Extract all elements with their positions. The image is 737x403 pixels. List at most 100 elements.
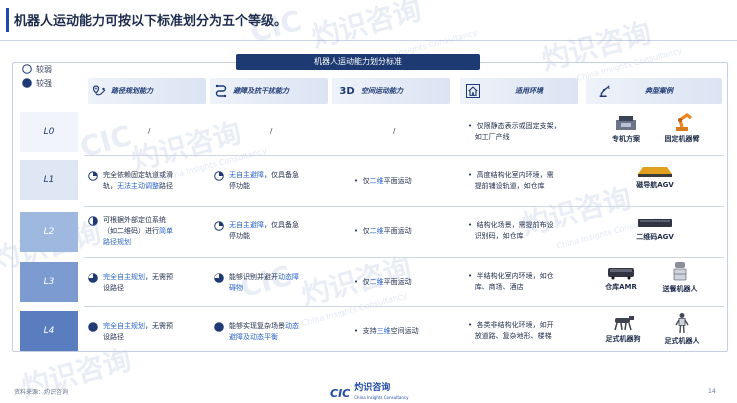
case-l0-fixed-arm: 固定机器臂 <box>654 110 710 144</box>
page-title: 机器人运动能力可按以下标准划分为五个等级。 <box>14 14 288 29</box>
cell-l0-env: • 仅限静态表示或固定支架， 如工厂产线 <box>468 122 561 141</box>
footer-logo-cn: 灼识咨询 <box>354 383 391 393</box>
cell-l2-path-text1: 可根据外部定位系统 <box>103 216 166 224</box>
cell-l1-avoid-text2: 停功能 <box>229 182 250 190</box>
cell-l2-space-text2: 平面运动 <box>383 227 412 235</box>
magnetic-agv-icon <box>638 167 672 177</box>
pie-full-icon <box>22 78 32 88</box>
page-number: 14 <box>708 388 716 395</box>
row-divider <box>84 206 724 207</box>
case-l2-qr-agv: 二维码AGV <box>620 216 690 242</box>
column-header-space-label: 空间运动能力 <box>361 87 403 95</box>
cell-l4-path-highlight: 完全自主规划 <box>103 322 145 330</box>
footer-logo: CIC 灼识咨询 China Insights Consultancy <box>330 384 408 402</box>
cell-l0-env-line2: 如工厂产线 <box>474 133 510 141</box>
column-header-env: 适用环境 <box>466 78 543 104</box>
cell-l2-env: • 结构化场景，需提前布设 识别码，如仓库 <box>468 221 554 240</box>
humanoid-robot-icon <box>675 313 689 334</box>
environment-house-icon <box>466 84 480 98</box>
column-header-cases: 典型案例 <box>596 78 673 104</box>
legend-strong-label: 较强 <box>36 78 52 88</box>
cell-l3-avoid-text1: 能够识别并避开 <box>229 273 278 281</box>
legend-weak: 较弱 <box>22 62 52 76</box>
obstacle-avoidance-icon <box>214 84 228 98</box>
row-divider <box>84 306 724 307</box>
cell-l4-space-highlight: 三维 <box>376 327 391 335</box>
row-divider <box>84 257 724 258</box>
cell-l2-space-highlight: 二维 <box>369 227 384 235</box>
cell-l3-space-highlight: 二维 <box>369 278 384 286</box>
pie-three-quarter-icon <box>88 273 98 283</box>
route-planning-icon <box>92 84 106 98</box>
cell-l4-avoid: 能够实现复杂场景动态 避障及动态平衡 <box>214 321 338 343</box>
cell-l3-env-line2: 库、商场、酒店 <box>474 283 524 291</box>
delivery-robot-icon <box>673 262 687 281</box>
case-l4-robot-dog-label: 足式机器狗 <box>605 335 641 343</box>
pie-quarter-icon <box>214 171 224 181</box>
cell-l1-avoid-text1: ，仅具备急 <box>264 171 299 179</box>
case-l3-delivery-robot-label: 送餐机器人 <box>662 285 698 293</box>
cell-l2-path-text2: （如二维码）进行 <box>103 227 159 235</box>
level-label-l0: L0 <box>43 127 55 137</box>
column-header-cases-label: 典型案例 <box>645 87 673 95</box>
cell-l2-path-highlight2: 路径规划 <box>103 238 131 246</box>
case-l3-delivery-robot: 送餐机器人 <box>650 260 710 294</box>
fixed-robot-arm-icon <box>676 113 692 131</box>
title-accent-bar <box>6 8 9 32</box>
cell-l2-avoid-highlight: 无自主避障 <box>229 221 264 229</box>
cell-l1-avoid: 无自主避障，仅具备急停功能 <box>214 170 332 192</box>
pie-quarter-icon <box>88 171 98 181</box>
warehouse-amr-icon <box>608 268 634 280</box>
cell-l4-avoid-highlight: 动态 <box>285 322 299 330</box>
pie-full-icon <box>88 322 98 332</box>
qr-agv-icon <box>638 219 672 227</box>
cell-l1-env-line1: 高度结构化室内环境，需 <box>476 171 554 179</box>
cell-l2-space-text1: 仅 <box>362 227 370 235</box>
cell-l2-path-highlight: 简单 <box>159 227 173 235</box>
case-l4-robot-dog: 足式机器狗 <box>596 314 650 344</box>
cell-l2-avoid: 无自主避障，仅具备急停功能 <box>214 220 332 242</box>
cell-l1-space-highlight: 二维 <box>369 177 384 185</box>
table-frame <box>12 62 728 352</box>
level-label-l2: L2 <box>43 227 55 237</box>
column-header-path: 路径规划能力 <box>92 78 153 104</box>
column-header-space: 3D 空间运动能力 <box>338 78 403 104</box>
cell-l3-path-text1: ，无需预 <box>145 273 173 281</box>
level-box-l4: L4 <box>20 311 78 351</box>
cell-l4-space-text2: 空间运动 <box>390 327 419 335</box>
level-box-l2: L2 <box>20 212 78 252</box>
cell-l4-path: 完全自主规划，无需预 设路径 <box>88 321 208 343</box>
column-header-avoid: 避障及抗干扰能力 <box>214 78 289 104</box>
cell-l4-space: • 支持三维空间运动 <box>354 327 419 335</box>
cell-l4-env-line1: 各类非结构化环境，如开 <box>476 321 554 329</box>
legend-weak-label: 较弱 <box>36 64 52 74</box>
cell-l2-avoid-text2: 停功能 <box>229 232 250 240</box>
level-box-l0: L0 <box>20 112 78 152</box>
cell-l1-env: • 高度结构化室内环境，需 提前铺设轨道，如仓库 <box>468 171 554 190</box>
footer-logo-cic: CIC <box>330 386 351 400</box>
cell-l3-env: • 半结构化室内环境，如仓 库、商场、酒店 <box>468 272 554 291</box>
cell-l3-avoid-highlight2: 碍物 <box>229 284 243 292</box>
case-l0-special-machine-label: 专机方案 <box>612 135 640 143</box>
legend: 较弱 较强 <box>22 62 52 90</box>
pie-three-quarter-icon <box>214 273 224 283</box>
cell-l4-avoid-text1: 能够实现复杂场景 <box>229 322 285 330</box>
row-divider <box>84 155 724 156</box>
cell-l1-path: 完全依赖固定轨道或滑 轨，无法主动调整路径 <box>88 170 208 192</box>
case-l2-qr-agv-label: 二维码AGV <box>636 233 674 241</box>
pie-quarter-icon <box>214 221 224 231</box>
pie-full-icon <box>214 322 224 332</box>
cell-l1-path-text2: 轨， <box>103 182 117 190</box>
cell-l2-env-line1: 结构化场景，需提前布设 <box>476 221 554 229</box>
cell-l4-avoid-highlight2: 避障及动态平衡 <box>229 333 278 341</box>
cell-l4-env-line2: 放道路、复杂地形、楼梯 <box>474 332 552 340</box>
level-label-l3: L3 <box>43 277 55 287</box>
cell-l0-avoid: / <box>270 127 273 135</box>
level-label-l1: L1 <box>43 175 55 185</box>
cell-l1-avoid-highlight: 无自主避障 <box>229 171 264 179</box>
cell-l2-avoid-text1: ，仅具备急 <box>264 221 299 229</box>
cell-l4-env: • 各类非结构化环境，如开 放道路、复杂地形、楼梯 <box>468 321 554 340</box>
cell-l3-path-highlight: 完全自主规划 <box>103 273 145 281</box>
cell-l3-avoid-highlight: 动态障 <box>278 273 299 281</box>
case-l4-legged-robot-label: 足式机器人 <box>664 337 700 345</box>
